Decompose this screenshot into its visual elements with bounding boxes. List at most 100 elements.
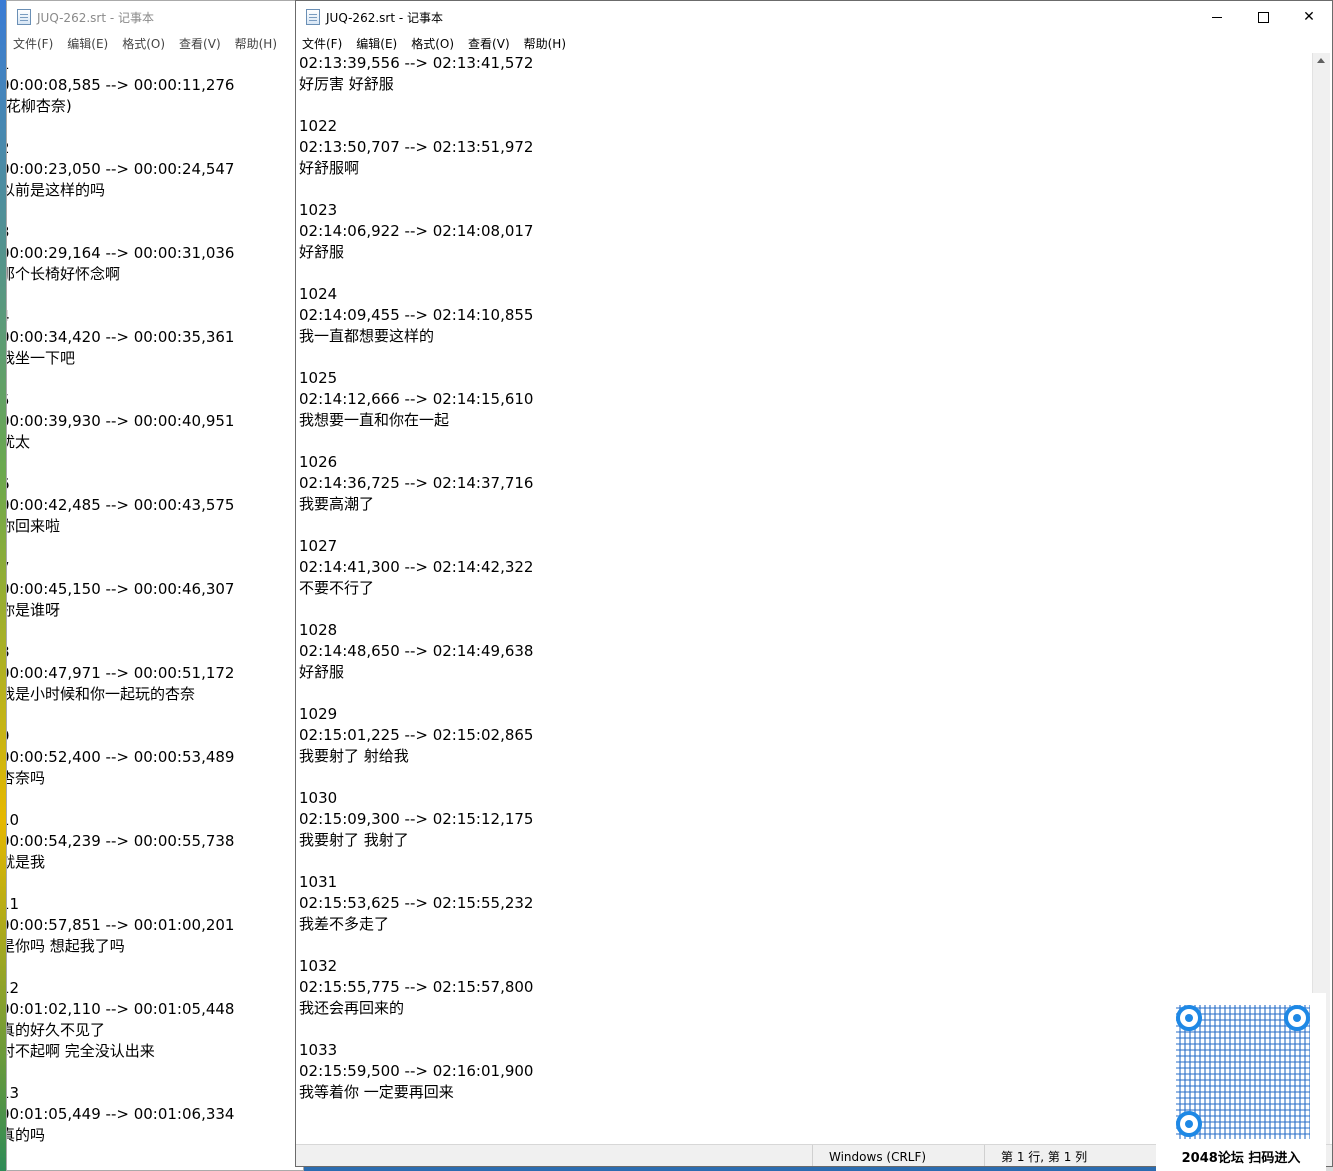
text-line: 02:14:36,725 --> 02:14:37,716 xyxy=(299,474,534,492)
window-title: JUQ-262.srt - 记事本 xyxy=(37,10,155,25)
text-line: 00:00:08,585 --> 00:00:11,276 xyxy=(6,76,235,94)
menu-bar: 文件(F) 编辑(E) 格式(O) 查看(V) 帮助(H) xyxy=(7,33,303,53)
text-line: 你回来啦 xyxy=(6,517,61,535)
text-line: 02:13:50,707 --> 02:13:51,972 xyxy=(299,138,534,156)
text-line: 1025 xyxy=(299,369,338,387)
text-line: 好舒服 xyxy=(299,663,345,681)
text-line: 以前是这样的吗 xyxy=(6,181,106,199)
notepad-icon xyxy=(17,9,31,25)
text-line: 1031 xyxy=(299,873,338,891)
maximize-button[interactable] xyxy=(1240,1,1286,33)
text-line xyxy=(299,515,1332,536)
text-line xyxy=(299,599,1332,620)
text-line: 02:15:09,300 --> 02:15:12,175 xyxy=(299,810,534,828)
text-line: (花柳杏奈) xyxy=(6,97,72,115)
text-line: 12 xyxy=(7,979,20,997)
text-line: 我想要一直和你在一起 xyxy=(299,411,450,429)
text-line: 1023 xyxy=(299,201,338,219)
notepad-window-left[interactable]: JUQ-262.srt - 记事本 文件(F) 编辑(E) 格式(O) 查看(V… xyxy=(6,0,304,1171)
close-button[interactable]: ✕ xyxy=(1286,1,1332,33)
text-line: 好舒服啊 xyxy=(299,159,360,177)
menu-format[interactable]: 格式(O) xyxy=(122,35,165,52)
text-line xyxy=(7,453,303,474)
qr-code-image xyxy=(1176,1005,1310,1139)
text-line: 不要不行了 xyxy=(299,579,375,597)
text-line: 1024 xyxy=(299,285,338,303)
close-icon: ✕ xyxy=(1303,9,1315,25)
text-line: 我坐一下吧 xyxy=(6,349,76,367)
text-line xyxy=(299,683,1332,704)
text-line: 00:00:23,050 --> 00:00:24,547 xyxy=(6,160,235,178)
text-line: 1028 xyxy=(299,621,338,639)
scroll-up-arrow-icon[interactable] xyxy=(1317,58,1325,63)
text-line xyxy=(299,347,1332,368)
menu-edit[interactable]: 编辑(E) xyxy=(356,35,397,52)
text-line: 我一直都想要这样的 xyxy=(299,327,435,345)
text-line: 02:14:12,666 --> 02:14:15,610 xyxy=(299,390,534,408)
text-line: 00:00:52,400 --> 00:00:53,489 xyxy=(6,748,235,766)
vertical-scrollbar[interactable] xyxy=(1312,53,1330,1144)
text-line: 3 xyxy=(7,222,303,243)
text-line: 犹太 xyxy=(7,433,31,451)
minimize-button[interactable] xyxy=(1194,1,1240,33)
text-line: 1026 xyxy=(299,453,338,471)
text-line: 真的好久不见了 xyxy=(6,1021,106,1039)
status-line-ending: Windows (CRLF) xyxy=(812,1145,999,1166)
menu-view[interactable]: 查看(V) xyxy=(468,35,510,52)
text-line: 11 xyxy=(7,895,20,913)
qr-finder-icon xyxy=(1176,1111,1202,1137)
notepad-icon xyxy=(306,9,320,25)
text-line: 我是小时候和你一起玩的杏奈 xyxy=(6,685,196,703)
text-line xyxy=(7,285,303,306)
text-line xyxy=(7,201,303,222)
text-line: 对不起啊 完全没认出来 xyxy=(6,1042,155,1060)
text-line xyxy=(299,263,1332,284)
text-editor-area[interactable]: 02:13:39,556 --> 02:13:41,572 好厉害 好舒服 1022… xyxy=(299,53,1332,1103)
menu-format[interactable]: 格式(O) xyxy=(411,35,454,52)
text-line: 02:15:01,225 --> 02:15:02,865 xyxy=(299,726,534,744)
qr-caption: 2048论坛 扫码进入 xyxy=(1181,1151,1301,1166)
text-line: 6 xyxy=(7,474,303,495)
text-line: 1 xyxy=(7,54,303,75)
qr-finder-icon xyxy=(1284,1005,1310,1031)
title-bar[interactable]: JUQ-262.srt - 记事本 xyxy=(7,1,303,33)
menu-help[interactable]: 帮助(H) xyxy=(235,35,277,52)
text-line: 是你吗 想起我了吗 xyxy=(6,937,125,955)
text-line: 我要高潮了 xyxy=(299,495,375,513)
text-line: 好舒服 xyxy=(299,243,345,261)
text-line: 7 xyxy=(7,558,303,579)
text-line: 02:14:09,455 --> 02:14:10,855 xyxy=(299,306,534,324)
text-line: 我要射了 我射了 xyxy=(299,831,409,849)
text-line xyxy=(7,117,303,138)
menu-edit[interactable]: 编辑(E) xyxy=(67,35,108,52)
text-editor-area[interactable]: 100:00:08,585 --> 00:00:11,276(花柳杏奈)200:… xyxy=(6,54,303,1146)
text-line: 真的吗 xyxy=(7,1126,46,1144)
text-line: 5 xyxy=(7,390,303,411)
text-line: 我差不多走了 xyxy=(299,915,390,933)
menu-bar: 文件(F) 编辑(E) 格式(O) 查看(V) 帮助(H) xyxy=(296,33,1332,53)
menu-file[interactable]: 文件(F) xyxy=(302,35,342,52)
qr-watermark: 2048论坛 扫码进入 xyxy=(1156,993,1326,1171)
title-bar[interactable]: JUQ-262.srt - 记事本 xyxy=(296,1,1332,33)
text-line: 02:15:53,625 --> 02:15:55,232 xyxy=(299,894,534,912)
qr-finder-icon xyxy=(1176,1005,1202,1031)
text-line xyxy=(299,851,1332,872)
text-line: 杏奈吗 xyxy=(7,769,46,787)
text-line: 1032 xyxy=(299,957,338,975)
text-line: 2 xyxy=(7,138,303,159)
text-line: 00:00:47,971 --> 00:00:51,172 xyxy=(6,664,235,682)
text-line: 就是我 xyxy=(7,853,46,871)
menu-help[interactable]: 帮助(H) xyxy=(524,35,566,52)
text-line xyxy=(299,767,1332,788)
text-line: 02:14:48,650 --> 02:14:49,638 xyxy=(299,642,534,660)
text-line: 9 xyxy=(7,726,303,747)
menu-view[interactable]: 查看(V) xyxy=(179,35,221,52)
text-line xyxy=(299,935,1332,956)
text-line xyxy=(299,431,1332,452)
menu-file[interactable]: 文件(F) xyxy=(13,35,53,52)
text-line: 00:00:29,164 --> 00:00:31,036 xyxy=(6,244,235,262)
text-line: 00:00:42,485 --> 00:00:43,575 xyxy=(6,496,235,514)
notepad-window-right[interactable]: JUQ-262.srt - 记事本 ✕ 文件(F) 编辑(E) 格式(O) 查看… xyxy=(295,0,1333,1167)
text-line xyxy=(7,621,303,642)
text-line: 10 xyxy=(7,811,20,829)
